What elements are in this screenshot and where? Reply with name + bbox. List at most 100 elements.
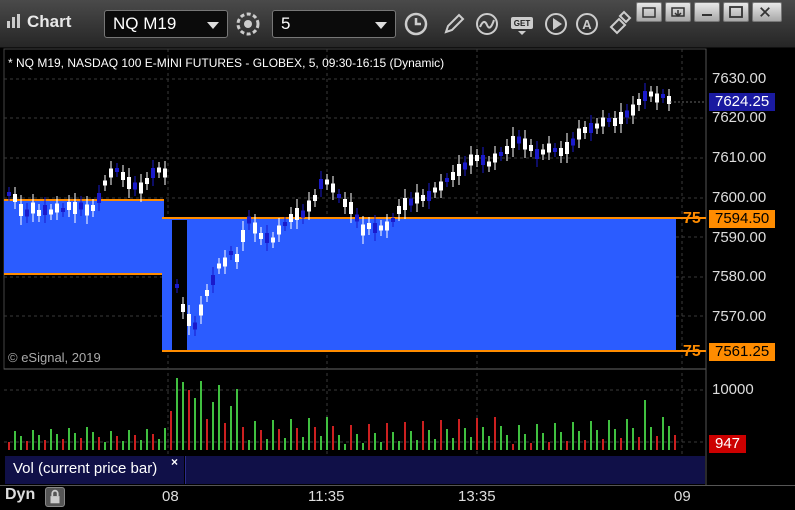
candle-body (109, 168, 113, 178)
get-data-icon[interactable]: GET (508, 10, 536, 38)
volume-bar (56, 434, 58, 450)
candle-body (475, 155, 479, 161)
volume-bar (134, 435, 136, 450)
candle-body (637, 99, 641, 105)
candle-body (571, 138, 575, 146)
volume-bar (428, 430, 430, 450)
minimize-icon[interactable] (694, 2, 720, 22)
volume-bar (122, 441, 124, 450)
candle-body (379, 225, 383, 231)
chevron-down-icon (375, 22, 387, 29)
volume-bar (482, 427, 484, 450)
candle-body (421, 195, 425, 201)
candle-body (91, 205, 95, 211)
volume-bar (512, 444, 514, 450)
price-chart[interactable] (0, 48, 795, 485)
close-icon[interactable] (752, 2, 782, 22)
play-icon[interactable] (542, 10, 570, 38)
candle-body (283, 222, 287, 226)
candle-body (469, 154, 473, 166)
volume-bar (500, 426, 502, 450)
candle-body (481, 155, 485, 165)
candle-body (259, 233, 263, 239)
volume-bar (158, 439, 160, 450)
volume-bar (212, 402, 214, 450)
volume-bar (422, 421, 424, 450)
price-axis-label: 7600.00 (712, 189, 767, 206)
symbol-selector[interactable]: NQ M19 (104, 10, 228, 38)
candle-body (427, 191, 431, 201)
clock-icon[interactable] (402, 10, 430, 38)
candle-body (307, 200, 311, 212)
candle-body (103, 180, 107, 186)
candle-body (229, 251, 233, 255)
candle-body (187, 314, 191, 326)
pin-icon[interactable] (665, 2, 691, 22)
candle-body (199, 304, 203, 316)
pencil-draw-icon[interactable] (440, 10, 468, 38)
volume-bar (20, 436, 22, 450)
candle-body (415, 192, 419, 204)
candle-body (643, 91, 647, 101)
candle-body (505, 146, 509, 154)
volume-bar (536, 424, 538, 450)
volume-bar (254, 421, 256, 450)
maximize-icon[interactable] (723, 2, 749, 22)
volume-bar (98, 437, 100, 450)
candle-body (205, 290, 209, 296)
lock-icon[interactable] (45, 487, 65, 507)
svg-text:A: A (582, 17, 592, 32)
time-axis-label: 13:35 (458, 488, 496, 505)
candle-body (331, 183, 335, 193)
candle-body (511, 136, 515, 148)
volume-bar (140, 440, 142, 450)
candle-body (301, 210, 305, 218)
volume-bar (434, 439, 436, 450)
volume-bar (284, 438, 286, 450)
app-title-text: Chart (27, 12, 72, 31)
candle-body (457, 164, 461, 176)
volume-bar (578, 431, 580, 450)
candle-body (277, 225, 281, 235)
dynamic-mode-label[interactable]: Dyn (5, 486, 35, 504)
restore-icon[interactable] (636, 2, 662, 22)
candle-body (409, 198, 413, 206)
price-axis-label: 7580.00 (712, 268, 767, 285)
candle-body (349, 202, 353, 214)
link-icon[interactable] (606, 10, 634, 38)
price-axis-label: 7620.00 (712, 109, 767, 126)
candle-body (487, 161, 491, 167)
volume-bar (38, 435, 40, 450)
volume-bar (542, 433, 544, 450)
candle-body (295, 208, 299, 220)
volume-panel-label[interactable]: Vol (current price bar) (5, 456, 184, 484)
study-curve-icon[interactable] (473, 10, 501, 38)
candle-body (151, 168, 155, 178)
candle-body (61, 208, 65, 212)
candle-body (367, 223, 371, 229)
volume-bar (314, 427, 316, 450)
volume-bar (8, 442, 10, 450)
last-price-badge: 7624.25 (709, 93, 776, 111)
close-icon[interactable]: × (171, 455, 178, 469)
price-axis-label: 7630.00 (712, 70, 767, 87)
volume-bar (26, 441, 28, 450)
volume-bar (248, 440, 250, 450)
volume-bar (566, 441, 568, 450)
volume-bar (272, 420, 274, 450)
volume-bar (206, 419, 208, 450)
candle-body (337, 194, 341, 198)
volume-bar (380, 442, 382, 450)
interval-selector[interactable]: 5 (272, 10, 396, 38)
volume-bar (656, 436, 658, 450)
settings-gear-icon[interactable] (234, 10, 262, 38)
volume-bar (608, 420, 610, 450)
volume-bar (266, 439, 268, 450)
volume-bar (182, 382, 184, 450)
candle-body (493, 153, 497, 163)
time-axis-label: 09 (674, 488, 691, 505)
candle-body (463, 162, 467, 170)
candle-body (445, 178, 449, 182)
volume-bar (584, 440, 586, 450)
alert-icon[interactable]: A (573, 10, 601, 38)
